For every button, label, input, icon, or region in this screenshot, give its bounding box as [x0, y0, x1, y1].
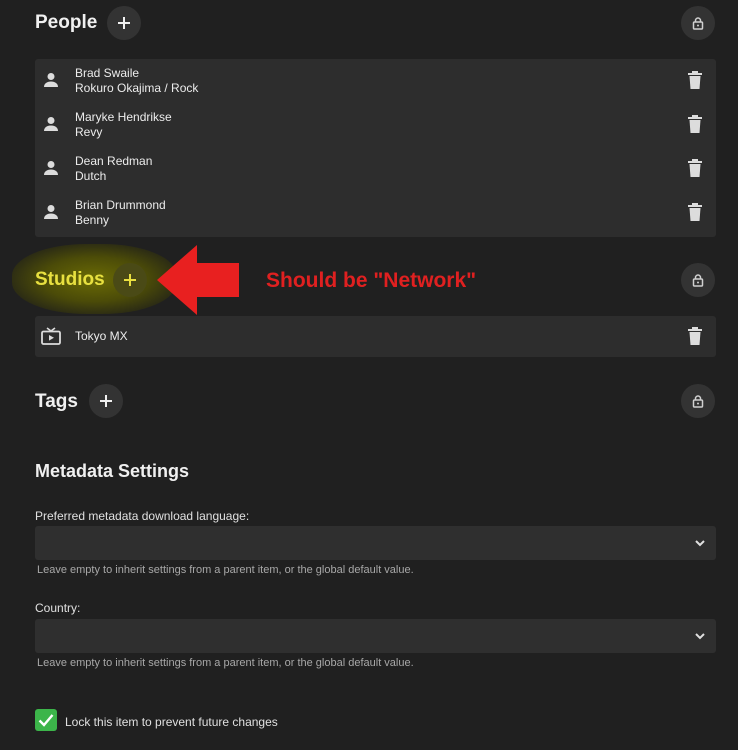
add-studio-button[interactable] [113, 263, 147, 297]
country-help-text: Leave empty to inherit settings from a p… [37, 657, 414, 669]
person-role: Rokuro Okajima / Rock [75, 81, 199, 95]
trash-icon[interactable] [687, 327, 703, 345]
person-name: Maryke Hendrikse [75, 110, 172, 124]
studio-name: Tokyo MX [75, 329, 128, 343]
person-role: Revy [75, 125, 103, 139]
plus-icon [118, 17, 130, 29]
person-icon [44, 205, 58, 219]
person-icon [44, 161, 58, 175]
arrow-left-icon [157, 245, 239, 315]
lock-item-label: Lock this item to prevent future changes [65, 715, 278, 729]
list-item[interactable]: Dean Redman Dutch [35, 147, 716, 191]
language-help-text: Leave empty to inherit settings from a p… [37, 564, 414, 576]
studios-list: Tokyo MX [35, 316, 716, 357]
studios-title: Studios [35, 269, 105, 290]
person-role: Dutch [75, 169, 107, 183]
country-select[interactable] [35, 619, 716, 653]
lock-icon [692, 274, 704, 287]
country-label: Country: [35, 601, 81, 615]
people-lock-button[interactable] [681, 6, 715, 40]
lock-item-checkbox[interactable] [35, 709, 57, 731]
person-icon [44, 117, 58, 131]
metadata-settings-title: Metadata Settings [35, 461, 190, 481]
list-item[interactable]: Tokyo MX [35, 316, 716, 357]
plus-icon [124, 274, 136, 286]
chevron-down-icon [695, 633, 705, 640]
person-name: Brian Drummond [75, 198, 166, 212]
trash-icon[interactable] [687, 71, 703, 89]
annotation-text: Should be "Network" [266, 269, 477, 292]
studios-lock-button[interactable] [681, 263, 715, 297]
trash-icon[interactable] [687, 115, 703, 133]
trash-icon[interactable] [687, 203, 703, 221]
add-tag-button[interactable] [89, 384, 123, 418]
add-person-button[interactable] [107, 6, 141, 40]
language-label: Preferred metadata download language: [35, 509, 250, 523]
lock-icon [692, 17, 704, 30]
trash-icon[interactable] [687, 159, 703, 177]
tags-lock-button[interactable] [681, 384, 715, 418]
list-item[interactable]: Brian Drummond Benny [35, 191, 716, 235]
person-name: Brad Swaile [75, 66, 140, 80]
people-list: Brad Swaile Rokuro Okajima / Rock Maryke… [35, 59, 716, 237]
plus-icon [100, 395, 112, 407]
list-item[interactable]: Brad Swaile Rokuro Okajima / Rock [35, 59, 716, 103]
tv-icon [41, 327, 61, 345]
tags-title: Tags [35, 391, 78, 412]
person-icon [44, 73, 58, 87]
people-title: People [35, 12, 98, 33]
list-item[interactable]: Maryke Hendrikse Revy [35, 103, 716, 147]
check-icon [38, 714, 54, 727]
person-name: Dean Redman [75, 154, 153, 168]
lock-icon [692, 395, 704, 408]
chevron-down-icon [695, 540, 705, 547]
person-role: Benny [75, 213, 110, 227]
language-select[interactable] [35, 526, 716, 560]
